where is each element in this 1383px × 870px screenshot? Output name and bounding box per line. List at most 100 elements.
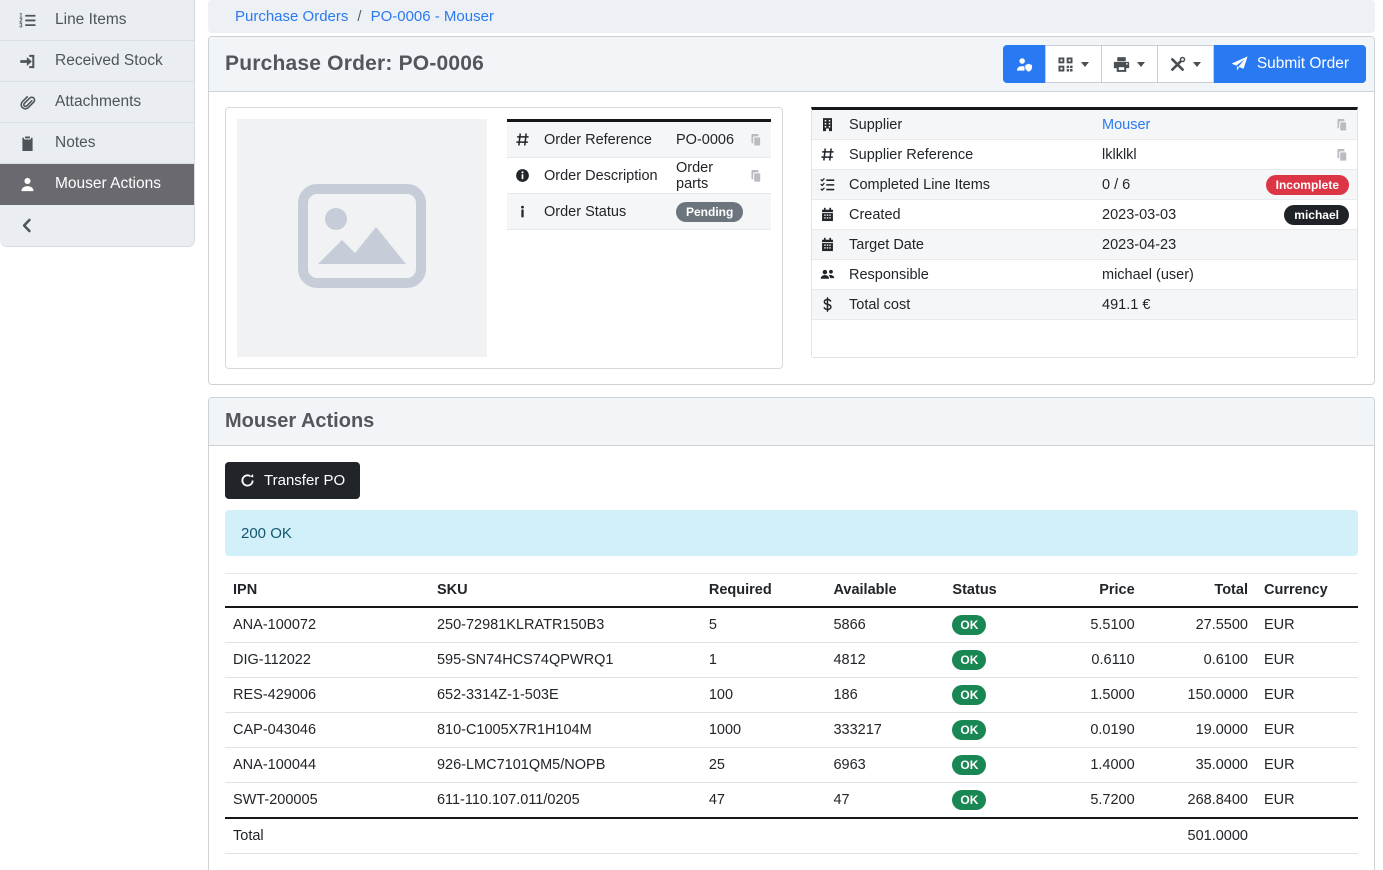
table-row: SWT-200005611-110.107.011/02054747OK5.72… — [225, 783, 1358, 819]
cell-status: OK — [944, 678, 1046, 713]
status-ok-badge: OK — [952, 755, 986, 775]
caret-down-icon — [1193, 62, 1201, 67]
sidebar-nav: 123Line ItemsReceived Stock Attachments No… — [0, 0, 194, 205]
barcode-menu-button[interactable] — [1045, 45, 1102, 83]
table-row: DIG-112022595-SN74HCS74QPWRQ114812OK0.61… — [225, 643, 1358, 678]
refresh-icon — [240, 473, 255, 488]
cell-required: 1000 — [701, 713, 826, 748]
sidebar-item-line-items[interactable]: 123Line Items — [0, 0, 194, 41]
image-placeholder-icon — [296, 182, 428, 295]
cell-available: 6963 — [825, 748, 944, 783]
cell-currency: EUR — [1256, 643, 1358, 678]
detail-label: Order Reference — [544, 132, 676, 148]
supplier-link[interactable]: Mouser — [1102, 117, 1335, 133]
status-ok-badge: OK — [952, 650, 986, 670]
purchase-order-card: Purchase Order: PO-0006 — [208, 36, 1375, 385]
mouser-actions-body: Transfer PO 200 OK IPNSKURequiredAvailab… — [209, 446, 1374, 870]
column-status: Status — [944, 574, 1046, 608]
cell-price: 0.0190 — [1046, 713, 1142, 748]
mouser-actions-header: Mouser Actions — [209, 398, 1374, 446]
purchase-order-body: Order ReferencePO-0006Order DescriptionO… — [209, 92, 1374, 384]
calendar-icon — [820, 237, 849, 252]
cell-ipn: ANA-100072 — [225, 607, 429, 643]
status-ok-badge: OK — [952, 685, 986, 705]
cell-sku: 652-3314Z-1-503E — [429, 678, 701, 713]
cell-currency: EUR — [1256, 783, 1358, 819]
breadcrumb-link[interactable]: Purchase Orders — [235, 8, 348, 25]
copy-button[interactable] — [1335, 148, 1349, 162]
cell-price: 5.5100 — [1046, 607, 1142, 643]
cell-available: 333217 — [825, 713, 944, 748]
cell-available: 4812 — [825, 643, 944, 678]
column-sku: SKU — [429, 574, 701, 608]
paperclip-icon — [16, 94, 38, 111]
column-total: Total — [1143, 574, 1256, 608]
tools-icon — [1169, 56, 1186, 73]
footer-total-label: Total — [225, 818, 429, 854]
sidebar-item-attachments[interactable]: Attachments — [0, 82, 194, 123]
detail-label: Order Status — [544, 204, 676, 220]
building-icon — [820, 117, 849, 132]
hash-icon — [515, 132, 544, 147]
cell-ipn: CAP-043046 — [225, 713, 429, 748]
supplier-details-table: SupplierMouserSupplier ReferencelklklklC… — [811, 107, 1358, 358]
tools-menu-button[interactable] — [1157, 45, 1214, 83]
sidebar: 123Line ItemsReceived Stock Attachments No… — [0, 0, 195, 247]
dollar-icon — [820, 297, 849, 312]
page-title: Purchase Order: PO-0006 — [225, 52, 484, 76]
cell-status: OK — [944, 607, 1046, 643]
sidebar-item-mouser-actions[interactable]: Mouser Actions — [0, 164, 194, 205]
print-menu-button[interactable] — [1101, 45, 1158, 83]
sidebar-item-notes[interactable]: Notes — [0, 123, 194, 164]
transfer-po-label: Transfer PO — [264, 472, 345, 489]
sidebar-collapse-button[interactable] — [0, 205, 194, 246]
table-footer: Total 501.0000 — [225, 818, 1358, 854]
detail-row: Order StatusPending — [507, 194, 771, 230]
table-row: CAP-043046810-C1005X7R1H104M1000333217OK… — [225, 713, 1358, 748]
copy-button[interactable] — [749, 169, 763, 183]
cell-total: 35.0000 — [1143, 748, 1256, 783]
footer-total-value: 501.0000 — [1143, 818, 1256, 854]
detail-row: Created2023-03-03michael — [812, 200, 1357, 230]
copy-button[interactable] — [1335, 118, 1349, 132]
table-footer-row: Total 501.0000 — [225, 818, 1358, 854]
column-currency: Currency — [1256, 574, 1358, 608]
cell-sku: 250-72981KLRATR150B3 — [429, 607, 701, 643]
calendar-icon — [820, 207, 849, 222]
detail-value: michael (user) — [1102, 267, 1349, 283]
status-badge: michael — [1284, 205, 1349, 225]
detail-row: Total cost491.1 € — [812, 290, 1357, 320]
info-icon — [515, 204, 544, 219]
detail-row: Completed Line Items0 / 6Incomplete — [812, 170, 1357, 200]
cell-ipn: RES-429006 — [225, 678, 429, 713]
detail-label: Total cost — [849, 297, 1102, 313]
detail-value: 2023-03-03 — [1102, 207, 1284, 223]
person-shield-icon — [1016, 56, 1033, 73]
detail-label: Created — [849, 207, 1102, 223]
sidebar-item-received-stock[interactable]: Received Stock — [0, 41, 194, 82]
detail-label: Completed Line Items — [849, 177, 1102, 193]
column-available: Available — [825, 574, 944, 608]
cell-currency: EUR — [1256, 607, 1358, 643]
detail-value: 491.1 € — [1102, 297, 1349, 313]
copy-button[interactable] — [749, 133, 763, 147]
cell-required: 47 — [701, 783, 826, 819]
status-alert: 200 OK — [225, 510, 1358, 556]
cell-currency: EUR — [1256, 678, 1358, 713]
breadcrumb: Purchase Orders/PO-0006 - Mouser — [208, 0, 1375, 33]
transfer-po-button[interactable]: Transfer PO — [225, 462, 360, 499]
table-row: RES-429006652-3314Z-1-503E100186OK1.5000… — [225, 678, 1358, 713]
table-row: ANA-100044926-LMC7101QM5/NOPB256963OK1.4… — [225, 748, 1358, 783]
submit-order-button[interactable]: Submit Order — [1214, 45, 1366, 83]
status-ok-badge: OK — [952, 790, 986, 810]
sidebar-item-label: Attachments — [55, 93, 141, 111]
admin-button[interactable] — [1003, 45, 1046, 83]
cell-currency: EUR — [1256, 713, 1358, 748]
header-actions: Submit Order — [1003, 45, 1366, 83]
breadcrumb-link[interactable]: PO-0006 - Mouser — [371, 8, 494, 25]
cell-total: 150.0000 — [1143, 678, 1256, 713]
qrcode-icon — [1057, 56, 1074, 73]
line-items-table: IPNSKURequiredAvailableStatusPriceTotalC… — [225, 573, 1358, 854]
detail-value: 2023-04-23 — [1102, 237, 1349, 253]
svg-text:3: 3 — [19, 23, 23, 28]
